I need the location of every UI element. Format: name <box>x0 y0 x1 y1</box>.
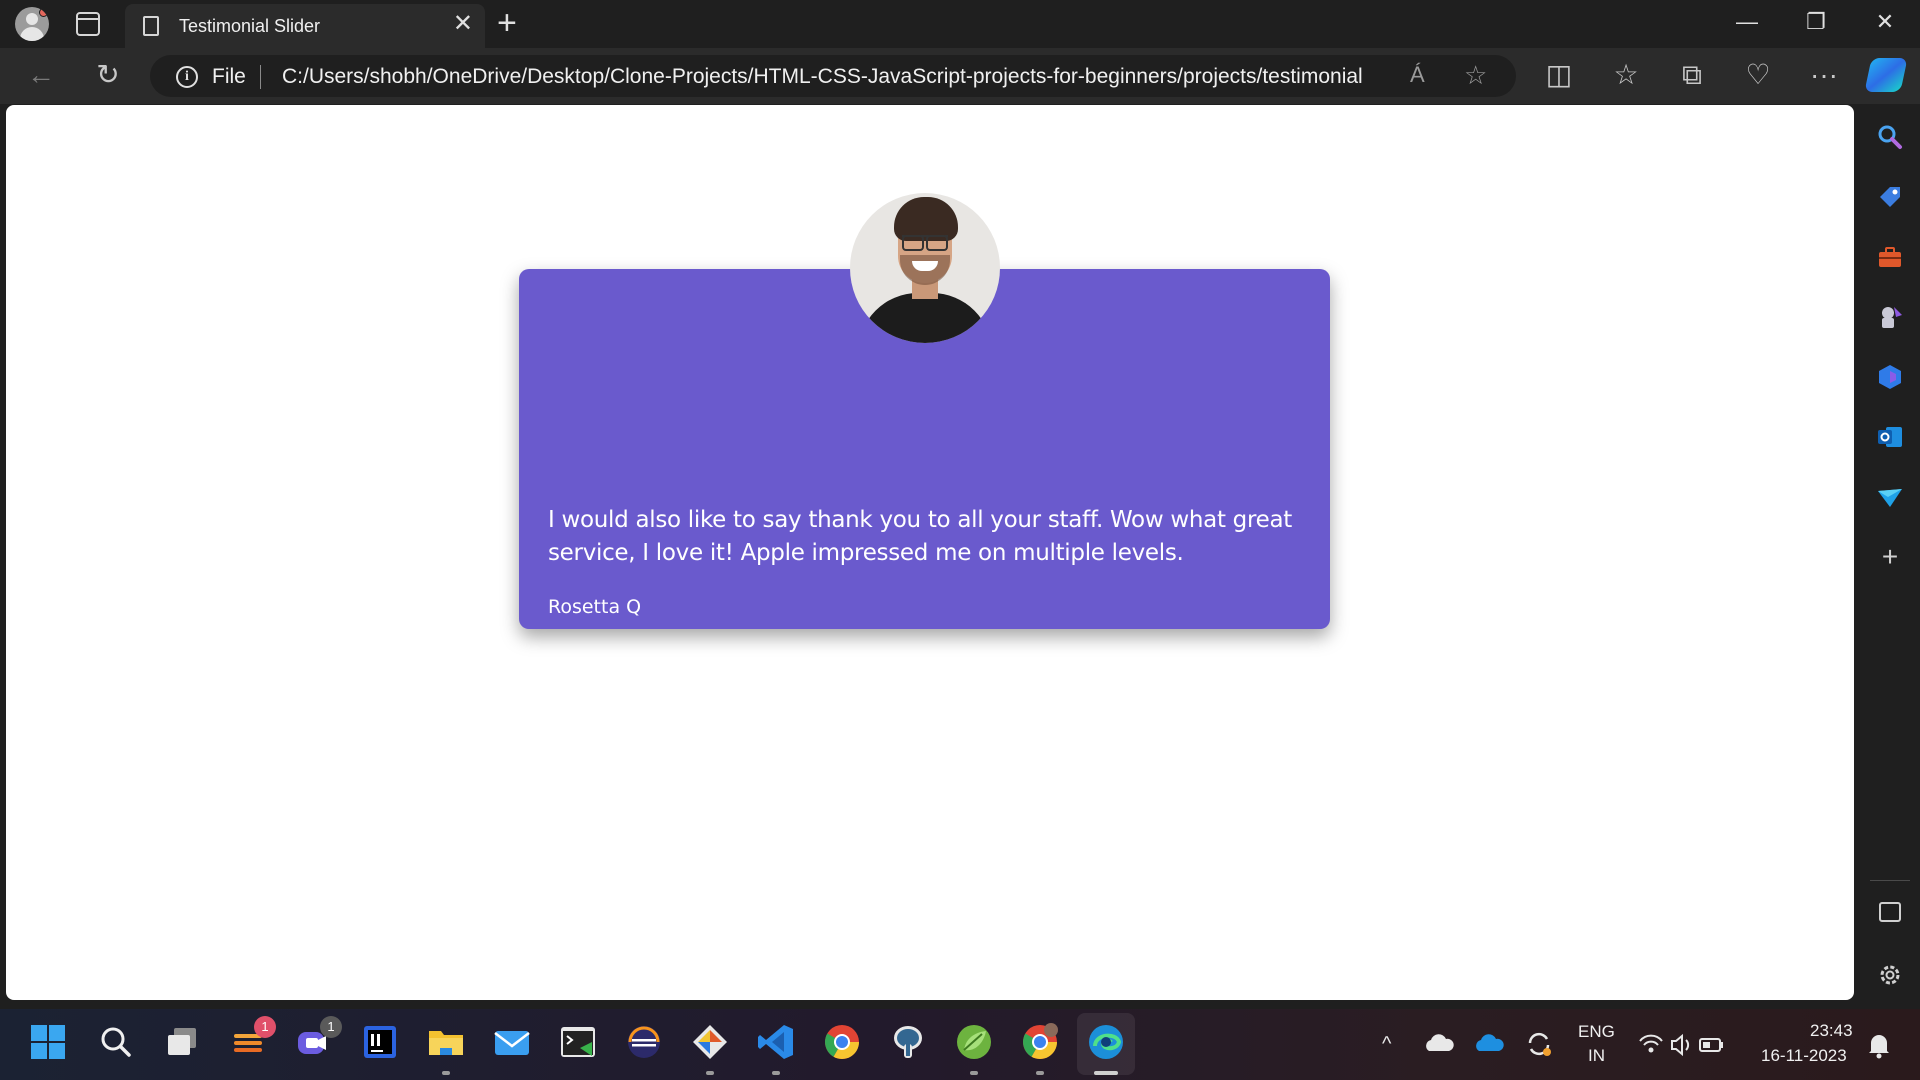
spring-tools-icon[interactable] <box>954 1022 994 1062</box>
favorite-star-icon[interactable]: ☆ <box>1464 60 1487 91</box>
profile-avatar-icon[interactable] <box>15 7 49 41</box>
tab-testimonial-slider[interactable]: Testimonial Slider ✕ <box>125 4 485 48</box>
more-options-icon[interactable]: ··· <box>1807 60 1841 90</box>
onedrive-personal-icon[interactable] <box>1424 1029 1454 1059</box>
task-view-icon[interactable] <box>162 1022 202 1062</box>
file-explorer-icon[interactable] <box>426 1022 466 1062</box>
copilot-icon[interactable] <box>1864 58 1908 92</box>
hide-sidebar-icon[interactable] <box>1879 902 1901 922</box>
refresh-icon[interactable]: ↻ <box>91 60 125 90</box>
search-icon[interactable] <box>1876 123 1904 151</box>
testimonial-avatar <box>850 193 1000 343</box>
games-icon[interactable] <box>1876 303 1904 331</box>
shopping-tag-icon[interactable] <box>1876 183 1904 211</box>
onedrive-icon[interactable] <box>1474 1029 1504 1059</box>
tab-strip: Testimonial Slider ✕ + — ❐ ✕ <box>0 0 1920 48</box>
copilot-sidebar-icon[interactable] <box>1876 363 1904 391</box>
restore-button[interactable]: ❐ <box>1796 8 1836 36</box>
terminal-icon[interactable] <box>558 1022 598 1062</box>
widgets-badge: 1 <box>254 1016 276 1038</box>
minimize-button[interactable]: — <box>1727 8 1767 36</box>
testimonial-author: Rosetta Q <box>548 596 642 618</box>
mail-icon[interactable] <box>492 1022 532 1062</box>
sync-icon[interactable] <box>1524 1029 1554 1059</box>
favorites-icon[interactable]: ☆ <box>1609 60 1643 90</box>
teams-badge: 1 <box>320 1016 342 1038</box>
sidebar-divider <box>1870 880 1910 881</box>
widgets-icon[interactable]: 1 <box>228 1016 276 1062</box>
notification-dot <box>39 8 48 17</box>
tab-close-icon[interactable]: ✕ <box>453 12 473 36</box>
browser-essentials-icon[interactable]: ♡ <box>1741 60 1775 90</box>
git-client-icon[interactable] <box>690 1022 730 1062</box>
network-volume-battery-group[interactable] <box>1638 1031 1723 1059</box>
clock-time[interactable]: 23:43 <box>1810 1021 1853 1041</box>
testimonial-quote: I would also like to say thank you to al… <box>548 507 1292 566</box>
address-bar[interactable]: i File C:/Users/shobh/OneDrive/Desktop/C… <box>150 55 1516 97</box>
eclipse-icon[interactable] <box>624 1022 664 1062</box>
notifications-bell-icon[interactable] <box>1866 1031 1892 1059</box>
language-region[interactable]: IN <box>1588 1046 1605 1066</box>
edge-sidebar: + <box>1860 105 1920 1000</box>
chrome-icon[interactable] <box>822 1022 862 1062</box>
tools-icon[interactable] <box>1876 243 1904 271</box>
read-aloud-icon[interactable]: Á <box>1410 62 1425 88</box>
vscode-icon[interactable] <box>756 1022 796 1062</box>
chrome-profile-icon[interactable] <box>1020 1022 1060 1062</box>
collections-icon[interactable]: ⧉ <box>1675 60 1709 90</box>
tab-title: Testimonial Slider <box>179 16 321 36</box>
back-icon[interactable]: ← <box>24 60 58 90</box>
address-separator <box>260 65 261 89</box>
split-screen-icon[interactable]: ◫ <box>1542 60 1576 90</box>
new-tab-button[interactable]: + <box>497 6 517 40</box>
start-button-icon[interactable] <box>28 1022 68 1062</box>
send-icon[interactable] <box>1876 483 1904 511</box>
close-window-button[interactable]: ✕ <box>1865 8 1905 36</box>
page-icon <box>143 16 159 36</box>
windows-taskbar: 1 1 ^ ENG IN 23:43 16-11-2023 <box>0 1009 1920 1080</box>
url-text[interactable]: C:/Users/shobh/OneDrive/Desktop/Clone-Pr… <box>282 65 1362 89</box>
clock-date[interactable]: 16-11-2023 <box>1761 1046 1847 1066</box>
add-sidebar-app-icon[interactable]: + <box>1874 543 1906 571</box>
site-info-icon[interactable]: i <box>176 66 198 88</box>
language-code[interactable]: ENG <box>1578 1022 1615 1042</box>
teams-icon[interactable]: 1 <box>294 1016 342 1062</box>
sidebar-settings-icon[interactable] <box>1876 961 1904 989</box>
postgresql-icon[interactable] <box>888 1022 928 1062</box>
taskbar-search-icon[interactable] <box>96 1022 136 1062</box>
scheme-label: File <box>212 65 246 88</box>
tab-actions-icon[interactable] <box>76 12 100 36</box>
navigation-bar: ← ↻ i File C:/Users/shobh/OneDrive/Deskt… <box>0 48 1920 104</box>
outlook-icon[interactable] <box>1876 423 1904 451</box>
edge-icon[interactable] <box>1086 1022 1126 1062</box>
intellij-icon[interactable] <box>360 1022 400 1062</box>
show-hidden-icons-icon[interactable]: ^ <box>1382 1033 1391 1055</box>
